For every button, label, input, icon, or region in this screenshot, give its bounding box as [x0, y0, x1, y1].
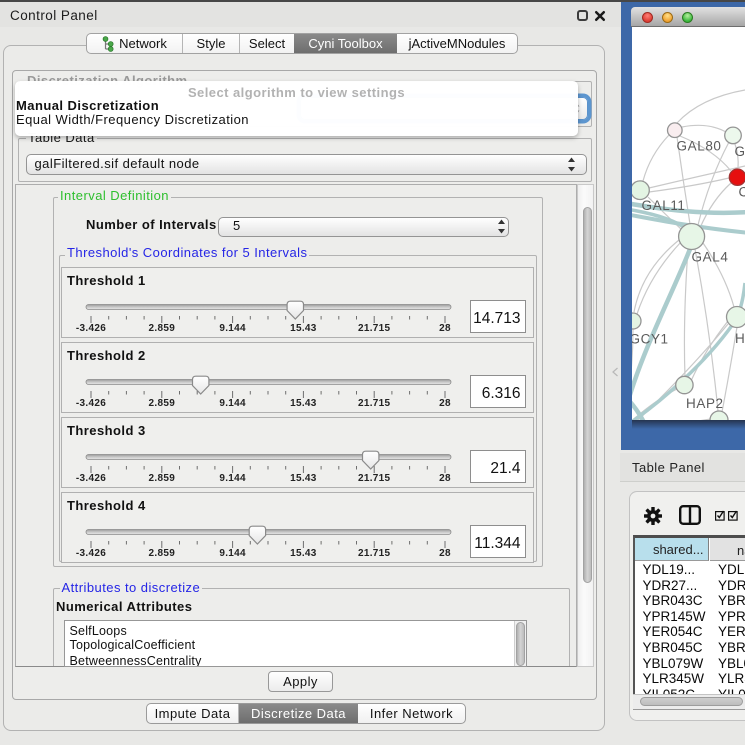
svg-text:H: H	[735, 331, 745, 346]
svg-text:GAL80: GAL80	[677, 139, 722, 154]
svg-text:HAP2: HAP2	[686, 396, 724, 411]
svg-text:GCY1: GCY1	[632, 332, 669, 347]
svg-text:C: C	[739, 185, 745, 200]
svg-text:G.: G.	[735, 144, 745, 159]
svg-text:GAL11: GAL11	[642, 198, 686, 213]
svg-text:GAL4: GAL4	[692, 250, 729, 265]
